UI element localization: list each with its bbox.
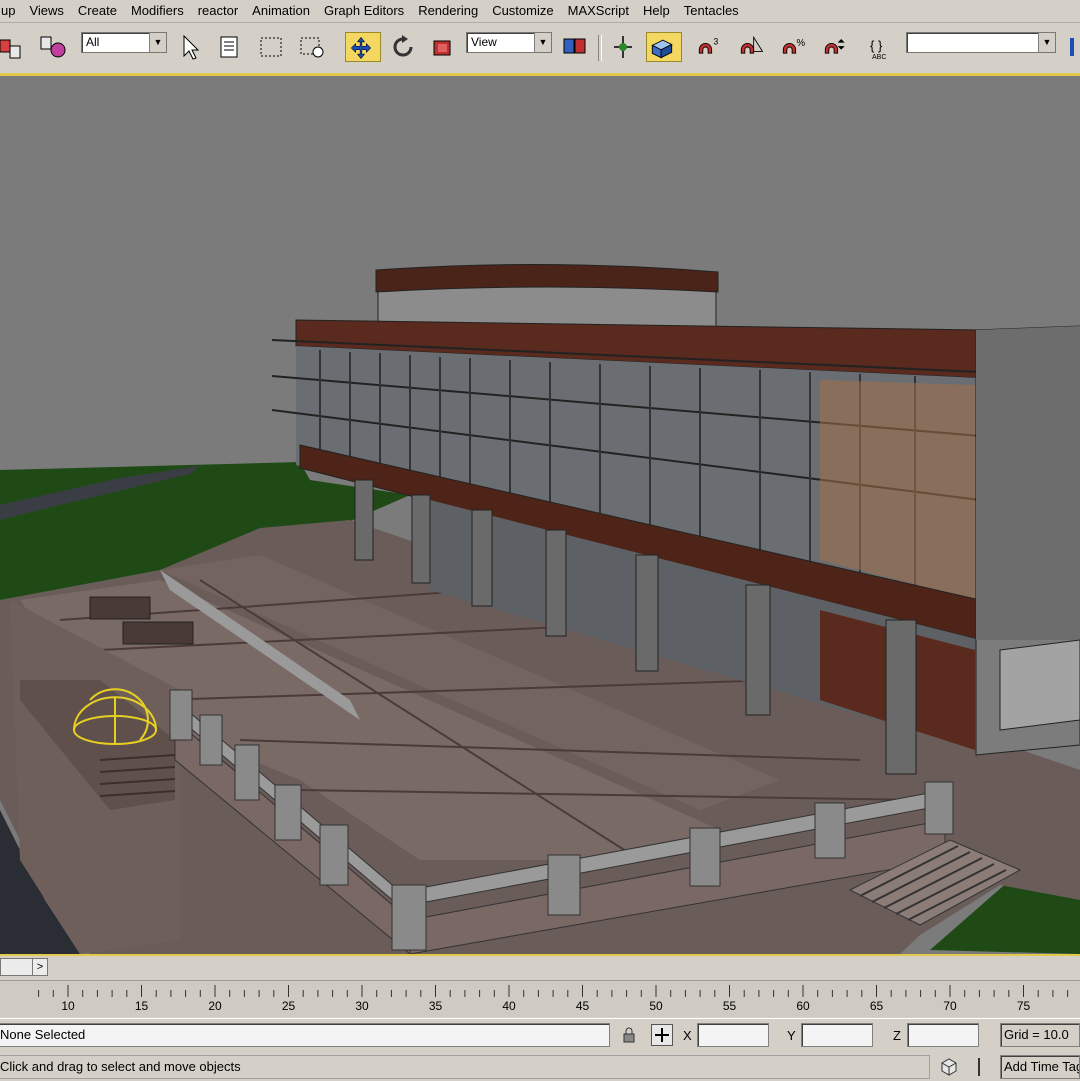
timeline-tick-label: 60 bbox=[796, 999, 810, 1013]
y-label: Y bbox=[787, 1028, 796, 1043]
menu-item-up[interactable]: up bbox=[0, 0, 22, 22]
menu-item-customize[interactable]: Customize bbox=[485, 0, 560, 22]
lock-icon[interactable] bbox=[618, 1024, 640, 1046]
svg-text:{ }: { } bbox=[870, 38, 883, 53]
track-bar[interactable]: 10 15 20 25 30 35 40 45 50 55 60 65 70 75 bbox=[0, 980, 1080, 1017]
time-slider[interactable]: > bbox=[0, 958, 48, 976]
menu-item-maxscript[interactable]: MAXScript bbox=[561, 0, 636, 22]
menu-item-animation[interactable]: Animation bbox=[245, 0, 317, 22]
timeline-tick-label: 30 bbox=[355, 999, 369, 1013]
selection-status-field: None Selected bbox=[0, 1023, 610, 1047]
pivot-center-icon[interactable] bbox=[560, 32, 590, 62]
cursor-arrow-icon[interactable] bbox=[175, 32, 205, 62]
menu-item-tentacles[interactable]: Tentacles bbox=[677, 0, 746, 22]
window-crossing-icon[interactable] bbox=[297, 32, 327, 62]
mirror-icon[interactable] bbox=[1064, 32, 1080, 62]
main-toolbar: All ▼ View ▼ 3 % {} ABC ▼ bbox=[0, 23, 1080, 76]
svg-text:%: % bbox=[797, 38, 806, 49]
timeline-tick-label: 40 bbox=[502, 999, 516, 1013]
timeline-tick-label: 65 bbox=[869, 999, 884, 1013]
timeline-tick-label: 25 bbox=[281, 999, 296, 1013]
timeline-tick-label: 10 bbox=[61, 999, 75, 1013]
named-selection-dropdown[interactable]: ▼ bbox=[906, 32, 1056, 53]
svg-text:3: 3 bbox=[713, 36, 718, 46]
add-time-tag-button[interactable]: Add Time Tag bbox=[1000, 1055, 1080, 1079]
menu-item-rendering[interactable]: Rendering bbox=[411, 0, 485, 22]
selection-filter-value: All bbox=[86, 35, 100, 49]
track-ticks bbox=[38, 985, 1069, 997]
keyboard-shortcut-override-icon[interactable] bbox=[646, 32, 682, 62]
timeline-tick-label: 45 bbox=[575, 999, 590, 1013]
selection-filter-dropdown[interactable]: All ▼ bbox=[81, 32, 167, 53]
menu-item-reactor[interactable]: reactor bbox=[191, 0, 245, 22]
time-tag-icon[interactable] bbox=[968, 1056, 990, 1078]
timeline-tick-label: 20 bbox=[208, 999, 222, 1013]
status-bar: None Selected X Y Z Grid = 10.0 Click an… bbox=[0, 1018, 1080, 1081]
angle-snap-icon[interactable] bbox=[736, 32, 770, 62]
cube-icon[interactable] bbox=[938, 1056, 960, 1078]
timeline-tick-label: 50 bbox=[649, 999, 663, 1013]
timeline-tick-label: 55 bbox=[722, 999, 737, 1013]
z-coordinate-field[interactable] bbox=[907, 1023, 979, 1047]
x-coordinate-field[interactable] bbox=[697, 1023, 769, 1047]
timeline: > 10 15 20 25 30 35 40 45 50 55 60 65 70 75 bbox=[0, 956, 1080, 1018]
reference-coordinate-value: View bbox=[471, 35, 497, 49]
grid-size-display: Grid = 10.0 bbox=[1000, 1023, 1080, 1047]
chevron-down-icon: ▼ bbox=[149, 33, 166, 52]
rotate-icon[interactable] bbox=[388, 32, 418, 62]
menu-item-graph-editors[interactable]: Graph Editors bbox=[317, 0, 411, 22]
time-slider-arrow: > bbox=[32, 959, 47, 975]
link-icon[interactable] bbox=[0, 32, 26, 62]
perspective-viewport[interactable] bbox=[0, 76, 1080, 956]
timeline-tick-label: 75 bbox=[1016, 999, 1031, 1013]
percent-snap-icon[interactable]: % bbox=[778, 32, 812, 62]
region-select-icon[interactable] bbox=[256, 32, 286, 62]
move-arrows-icon[interactable] bbox=[345, 32, 381, 62]
scale-icon[interactable] bbox=[428, 32, 458, 62]
menu-item-modifiers[interactable]: Modifiers bbox=[124, 0, 191, 22]
menu-item-views[interactable]: Views bbox=[22, 0, 70, 22]
absolute-mode-icon[interactable] bbox=[651, 1024, 673, 1046]
chevron-down-icon: ▼ bbox=[1038, 33, 1055, 52]
timeline-tick-label: 35 bbox=[428, 999, 443, 1013]
chevron-down-icon: ▼ bbox=[534, 33, 551, 52]
y-coordinate-field[interactable] bbox=[801, 1023, 873, 1047]
menu-bar: up Views Create Modifiers reactor Animation Gr… bbox=[0, 0, 1080, 23]
magnet-icon[interactable]: 3 bbox=[694, 32, 728, 62]
select-and-manipulate-icon[interactable] bbox=[608, 32, 638, 62]
edit-named-selection-icon[interactable]: { } ABC bbox=[866, 32, 896, 62]
timeline-tick-label: 70 bbox=[943, 999, 957, 1013]
z-label: Z bbox=[893, 1028, 901, 1043]
bind-space-warp-icon[interactable] bbox=[38, 32, 68, 62]
svg-text:ABC: ABC bbox=[872, 54, 886, 61]
timeline-tick-label: 15 bbox=[134, 999, 149, 1013]
spinner-snap-icon[interactable] bbox=[820, 32, 854, 62]
menu-item-help[interactable]: Help bbox=[636, 0, 677, 22]
prompt-line: Click and drag to select and move object… bbox=[0, 1055, 930, 1079]
menu-item-create[interactable]: Create bbox=[71, 0, 124, 22]
toolbar-separator bbox=[598, 35, 602, 61]
reference-coordinate-dropdown[interactable]: View ▼ bbox=[466, 32, 552, 53]
select-by-name-icon[interactable] bbox=[215, 32, 245, 62]
x-label: X bbox=[683, 1028, 692, 1043]
